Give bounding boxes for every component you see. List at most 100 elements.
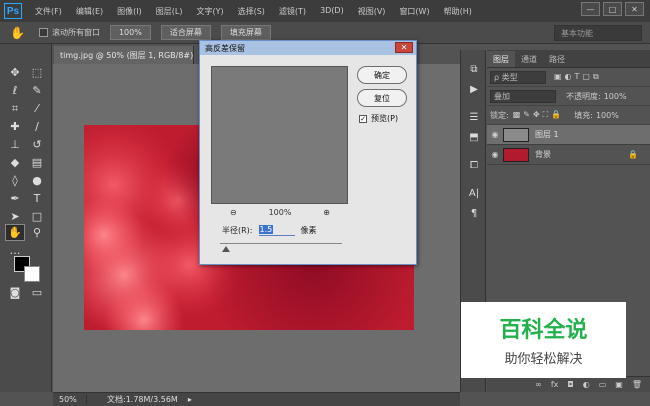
lasso-tool-icon[interactable]: ℓ [5,82,25,99]
background-color-swatch[interactable] [24,266,40,282]
adjustments-panel-icon[interactable]: ⬒ [465,128,483,146]
watermark: 百科全说 助你轻松解决 [461,302,626,378]
blend-mode-select[interactable]: 叠加 [490,89,556,103]
screen-mode-icon[interactable]: ▭ [27,284,47,301]
fill-value[interactable]: 100% [596,111,619,120]
radius-slider-track[interactable] [220,243,342,244]
layer-row[interactable]: ◉ 背景 🔒 [487,145,650,165]
photoshop-window: Ps 文件(F) 编辑(E) 图像(I) 图层(L) 文字(Y) 选择(S) 滤镜(T) 3D… [0,0,650,406]
menu-item[interactable]: 图层(L) [149,6,190,17]
blur-tool-icon[interactable]: ◊ [5,172,25,189]
menu-item[interactable]: 滤镜(T) [272,6,313,17]
pen-tool-icon[interactable]: ✒ [5,190,25,207]
watermark-subtitle: 助你轻松解决 [504,352,583,367]
healing-tool-icon[interactable]: ✚ [5,118,25,135]
history-brush-icon[interactable]: ↺ [27,136,47,153]
lock-row: 锁定: ▩✎✥⛶🔒 填充: 100% [487,106,650,125]
shape-tool-icon[interactable]: □ [27,208,47,225]
lock-icons[interactable]: ▩✎✥⛶🔒 [513,110,565,120]
menu-item[interactable]: 窗口(W) [392,6,436,17]
visibility-eye-icon[interactable]: ◉ [487,150,503,159]
document-tab[interactable]: timg.jpg @ 50% (图层 1, RGB/8#) * × [54,46,194,64]
scroll-all-label: 滚动所有窗口 [51,28,100,37]
radius-unit: 像素 [300,226,317,235]
layer-thumbnail [503,127,529,142]
filter-preview[interactable] [211,66,348,204]
minimize-button[interactable]: — [581,2,600,16]
dialog-close-icon[interactable]: ✕ [395,42,413,53]
delete-layer-icon[interactable]: 🗑 [632,380,642,389]
workspace-select[interactable]: 基本功能 [554,25,642,41]
move-tool-icon[interactable]: ✥ [5,64,25,81]
fill-label: 填充: [574,110,593,120]
layer-kind-filter[interactable]: ρ 类型 [490,70,546,84]
dialog-titlebar[interactable]: 高反差保留 ✕ [200,41,416,55]
zoom-out-icon[interactable]: ⊖ [230,208,237,217]
filter-icons[interactable]: ▣◐T▢⧉ [554,72,602,82]
history-panel-icon[interactable]: ⧉ [465,60,483,78]
quick-select-tool-icon[interactable]: ✎ [27,82,47,99]
menu-item[interactable]: 3D(D) [313,6,351,17]
radius-input[interactable]: 1.5 [258,225,295,236]
preview-zoom-row: ⊖ 100% ⊕ [230,208,330,217]
marquee-tool-icon[interactable]: ⬚ [27,64,47,81]
layer-filter-row: ρ 类型 ▣◐T▢⧉ [487,68,650,87]
preview-zoom-level: 100% [268,208,292,217]
eraser-tool-icon[interactable]: ◆ [5,154,25,171]
adjustment-layer-icon[interactable]: ◐ [583,380,590,389]
crop-tool-icon[interactable]: ⌗ [5,100,25,117]
menu-item[interactable]: 帮助(H) [437,6,479,17]
type-tool-icon[interactable]: T [27,190,47,207]
menu-item[interactable]: 文字(Y) [189,6,230,17]
status-menu-icon[interactable]: ▸ [188,395,192,404]
layer-style-icon[interactable]: fx [551,380,559,389]
preview-checkbox[interactable]: ✓ 预览(P) [359,113,398,124]
visibility-eye-icon[interactable]: ◉ [487,130,503,139]
reset-button[interactable]: 复位 [357,89,407,107]
tab-channels[interactable]: 通道 [515,51,543,67]
brush-tool-icon[interactable]: ∕ [27,118,47,135]
scroll-all-checkbox[interactable] [38,28,48,37]
menu-item[interactable]: 文件(F) [28,6,69,17]
status-bar: 50% 文档:1.78M/3.56M ▸ [53,392,460,406]
swatches-panel-icon[interactable]: ⧠ [465,156,483,174]
eyedropper-tool-icon[interactable]: ⁄ [27,100,47,117]
dodge-tool-icon[interactable]: ● [27,172,47,189]
zoom-readout[interactable]: 50% [53,395,87,404]
checkmark-icon[interactable]: ✓ [359,114,367,123]
stamp-tool-icon[interactable]: ⊥ [5,136,25,153]
tab-layers[interactable]: 图层 [487,51,515,67]
paragraph-panel-icon[interactable]: ¶ [465,204,483,222]
new-layer-icon[interactable]: ▣ [615,380,623,389]
tab-paths[interactable]: 路径 [543,51,571,67]
opacity-value[interactable]: 100% [604,92,627,101]
new-group-icon[interactable]: ▭ [599,380,607,389]
fill-screen-button[interactable]: 填充屏幕 [220,25,271,40]
hand-tool-button-icon[interactable]: ✋ [5,224,25,241]
zoom-100-button[interactable]: 100% [109,25,151,40]
actions-panel-icon[interactable]: ▶ [465,80,483,98]
properties-panel-icon[interactable]: ☰ [465,108,483,126]
zoom-in-icon[interactable]: ⊕ [323,208,330,217]
hand-tool-icon[interactable]: ✋ [10,26,25,40]
gradient-tool-icon[interactable]: ▤ [27,154,47,171]
ok-button[interactable]: 确定 [357,66,407,84]
menu-item[interactable]: 编辑(E) [69,6,110,17]
quick-mask-icon[interactable]: ◙ [5,284,25,301]
menu-item[interactable]: 图像(I) [110,6,149,17]
link-layers-icon[interactable]: ∞ [535,380,542,389]
add-mask-icon[interactable]: ◘ [567,380,573,389]
restore-button[interactable]: □ [603,2,622,16]
layer-row[interactable]: ◉ 图层 1 [487,125,650,145]
character-panel-icon[interactable]: A| [465,184,483,202]
radius-slider-knob[interactable] [222,246,231,252]
close-button[interactable]: ✕ [625,2,644,16]
path-select-icon[interactable]: ➤ [5,208,25,225]
document-info: 文档:1.78M/3.56M [107,395,178,404]
lock-icon: 🔒 [628,150,638,159]
menu-item[interactable]: 选择(S) [231,6,272,17]
window-controls: — □ ✕ [581,2,644,16]
fit-screen-button[interactable]: 适合屏幕 [160,25,211,40]
menu-item[interactable]: 视图(V) [351,6,393,17]
zoom-tool-icon[interactable]: ⚲ [27,224,47,241]
